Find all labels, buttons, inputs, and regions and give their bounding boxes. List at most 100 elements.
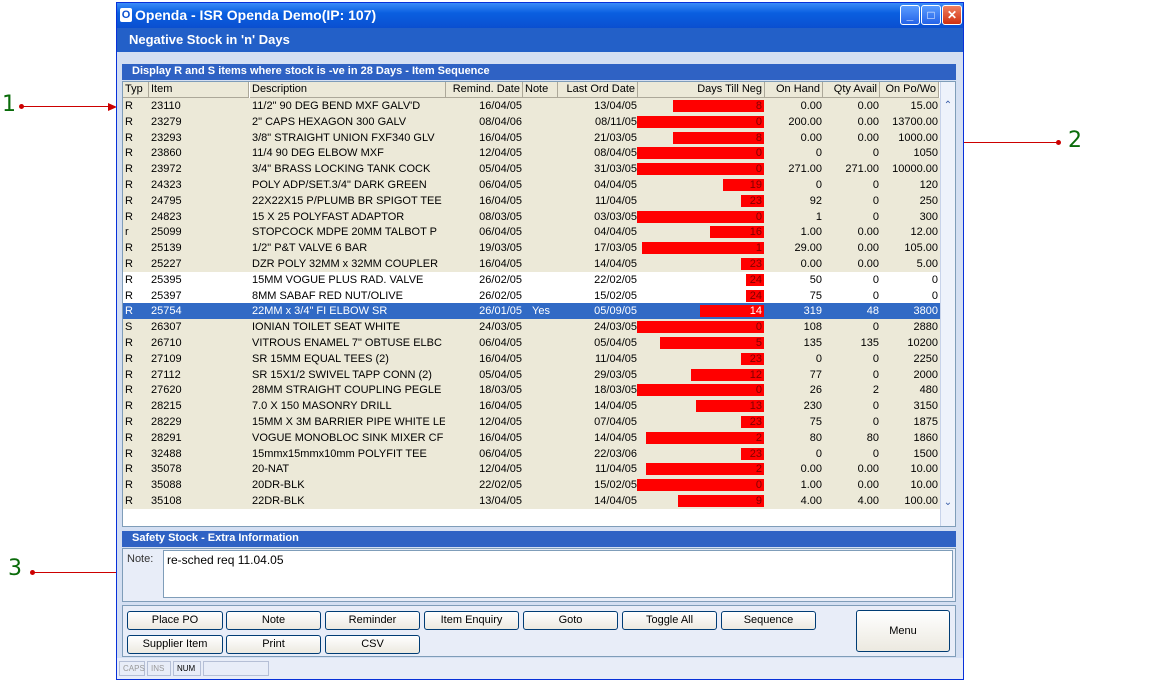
note-field[interactable]: re-sched req 11.04.05: [163, 550, 953, 598]
cell-item: 23972: [151, 163, 182, 176]
header-col-days-till-neg[interactable]: Days Till Neg: [638, 82, 765, 98]
days-till-neg-value: 23: [749, 352, 762, 365]
table-row[interactable]: R 35088 20DR-BLK 22/02/05 15/02/05 0 1.00 0.00 1…: [123, 477, 941, 493]
place-po-button[interactable]: Place PO: [127, 611, 223, 630]
cell-note: [525, 446, 557, 462]
header-col-qty-avail[interactable]: Qty Avail: [823, 82, 880, 98]
cell-typ: R: [125, 479, 133, 492]
cell-typ: R: [125, 242, 133, 255]
maximize-button[interactable]: □: [921, 5, 941, 25]
table-row[interactable]: R 25397 8MM SABAF RED NUT/OLIVE 26/02/05 15/…: [123, 287, 941, 304]
cell-last-ord-date: 14/04/05: [594, 400, 637, 413]
table-row[interactable]: R 35078 20-NAT 12/04/05 11/04/05 2 0.00 0.00 10.…: [123, 461, 941, 478]
window-title: Openda - ISR Openda Demo(IP: 107): [135, 7, 377, 23]
table-row[interactable]: R 23110 11/2" 90 DEG BEND MXF GALV'D 16/04/…: [123, 98, 941, 114]
table-row[interactable]: R 28229 15MM X 3M BARRIER PIPE WHITE LE 12/…: [123, 414, 941, 430]
cell-note: [525, 145, 557, 161]
scroll-down-icon[interactable]: ⌄: [942, 497, 954, 509]
table-row[interactable]: R 27620 28MM STRAIGHT COUPLING PEGLE 18/03/…: [123, 382, 941, 399]
cell-qty-avail: 0: [872, 416, 879, 428]
table-row[interactable]: R 24823 15 X 25 POLYFAST ADAPTOR 08/03/05 03…: [123, 208, 941, 225]
table-row[interactable]: R 25395 15MM VOGUE PLUS RAD. VALVE 26/02/05…: [123, 271, 941, 288]
table-row[interactable]: R 23972 3/4" BRASS LOCKING TANK COCK 05/04/…: [123, 161, 941, 177]
supplier-item-button[interactable]: Supplier Item: [127, 635, 223, 654]
cell-remind-date: 19/03/05: [479, 242, 522, 255]
table-row[interactable]: R 23279 2" CAPS HEXAGON 300 GALV 08/04/06 08…: [123, 113, 941, 130]
cell-on-po-wo: 0: [931, 289, 938, 302]
grid-vertical-scrollbar[interactable]: ⌃ ⌄: [940, 82, 955, 526]
header-col-last-ord-date[interactable]: Last Ord Date: [558, 82, 638, 98]
table-row[interactable]: R 25227 DZR POLY 32MM x 32MM COUPLER 16/04/…: [123, 256, 941, 272]
cell-note: [525, 272, 557, 288]
cell-item: 28291: [151, 431, 182, 444]
table-row[interactable]: R 24795 22X22X15 P/PLUMB BR SPIGOT TEE 16/0…: [123, 192, 941, 209]
table-row[interactable]: r 25099 STOPCOCK MDPE 20MM TALBOT P 06/04/0…: [123, 224, 941, 241]
table-row[interactable]: R 23860 11/4 90 DEG ELBOW MXF 12/04/05 08/04…: [123, 145, 941, 162]
header-col-note[interactable]: Note: [523, 82, 558, 98]
menu-button[interactable]: Menu: [856, 610, 950, 652]
print-button[interactable]: Print: [226, 635, 321, 654]
cell-on-hand: 4.00: [800, 495, 822, 507]
stock-grid[interactable]: Typ Item Description Remind. Date Note Last O…: [122, 81, 956, 527]
note-button[interactable]: Note: [226, 611, 321, 630]
table-row[interactable]: R 27112 SR 15X1/2 SWIVEL TAPP CONN (2) 05/0…: [123, 366, 941, 383]
days-till-neg-value: 1: [755, 242, 762, 255]
header-col-remind-date[interactable]: Remind. Date: [446, 82, 523, 98]
cell-on-po-wo: 10.00: [910, 479, 938, 492]
days-till-neg-value: 24: [749, 273, 762, 286]
cell-description: 20-NAT: [252, 463, 290, 476]
table-row-selected[interactable]: R 25754 22MM x 3/4" FI ELBOW SR 26/01/05 Yes…: [123, 303, 941, 320]
cell-qty-avail: 48: [866, 305, 879, 318]
cell-remind-date: 12/04/05: [479, 416, 522, 428]
cell-note: [525, 193, 557, 209]
title-bar[interactable]: O Openda - ISR Openda Demo(IP: 107) _ □ …: [117, 3, 963, 28]
header-col-typ[interactable]: Typ: [123, 82, 149, 98]
close-button[interactable]: ✕: [942, 5, 962, 25]
table-row[interactable]: R 32488 15mmx15mmx10mm POLYFIT TEE 06/04/05…: [123, 445, 941, 462]
cell-description: 22MM x 3/4" FI ELBOW SR: [252, 305, 388, 318]
days-till-neg-value: 23: [749, 194, 762, 207]
goto-button[interactable]: Goto: [523, 611, 618, 630]
table-row[interactable]: R 24323 POLY ADP/SET.3/4" DARK GREEN 06/04/…: [123, 177, 941, 193]
table-row[interactable]: R 27109 SR 15MM EQUAL TEES (2) 16/04/05 11/0…: [123, 350, 941, 367]
cell-typ: R: [125, 131, 133, 144]
table-row[interactable]: R 35108 22DR-BLK 13/04/05 14/04/05 9 4.00 4.00 1…: [123, 493, 941, 509]
cell-remind-date: 06/04/05: [479, 337, 522, 349]
table-row[interactable]: S 26307 IONIAN TOILET SEAT WHITE 24/03/05 24…: [123, 319, 941, 335]
cell-remind-date: 16/04/05: [479, 352, 522, 365]
csv-button[interactable]: CSV: [325, 635, 420, 654]
days-till-neg-value: 0: [755, 479, 762, 492]
table-row[interactable]: R 25139 1/2" P&T VALVE 6 BAR 19/03/05 17/03/…: [123, 240, 941, 256]
button-panel: Place PO Note Reminder Item Enquiry Goto…: [122, 605, 956, 657]
header-col-description[interactable]: Description: [250, 82, 446, 98]
cell-item: 25099: [151, 226, 182, 239]
reminder-button[interactable]: Reminder: [325, 611, 420, 630]
days-till-neg-value: 23: [749, 447, 762, 460]
cell-on-hand: 75: [809, 289, 822, 302]
table-row[interactable]: R 28291 VOGUE MONOBLOC SINK MIXER CF 16/04/…: [123, 429, 941, 446]
cell-qty-avail: 271.00: [845, 163, 879, 176]
cell-last-ord-date: 21/03/05: [594, 131, 637, 144]
item-enquiry-button[interactable]: Item Enquiry: [424, 611, 519, 630]
header-col-on-hand[interactable]: On Hand: [765, 82, 823, 98]
scroll-up-icon[interactable]: ⌃: [942, 100, 954, 112]
cell-typ: R: [125, 416, 133, 428]
header-col-item[interactable]: Item: [149, 82, 249, 98]
sequence-button[interactable]: Sequence: [721, 611, 816, 630]
table-row[interactable]: R 23293 3/8" STRAIGHT UNION FXF340 GLV 16/0…: [123, 129, 941, 146]
cell-on-po-wo: 250: [919, 194, 938, 207]
cell-on-hand: 0: [815, 179, 822, 191]
table-row[interactable]: R 28215 7.0 X 150 MASONRY DRILL 16/04/05 14/…: [123, 398, 941, 414]
cell-description: 20DR-BLK: [252, 479, 305, 492]
app-icon: O: [120, 8, 132, 22]
table-row[interactable]: R 26710 VITROUS ENAMEL 7" OBTUSE ELBC 06/04…: [123, 335, 941, 351]
callout-1-arrow: [22, 106, 110, 107]
cell-on-po-wo: 2880: [913, 321, 938, 334]
cell-qty-avail: 0: [872, 147, 879, 160]
cell-remind-date: 16/04/05: [479, 431, 522, 444]
cell-remind-date: 06/04/05: [479, 447, 522, 460]
minimize-button[interactable]: _: [900, 5, 920, 25]
header-col-on-po-wo[interactable]: On Po/Wo: [880, 82, 939, 98]
toggle-all-button[interactable]: Toggle All: [622, 611, 717, 630]
grid-panel-header: Display R and S items where stock is -ve…: [122, 64, 956, 80]
